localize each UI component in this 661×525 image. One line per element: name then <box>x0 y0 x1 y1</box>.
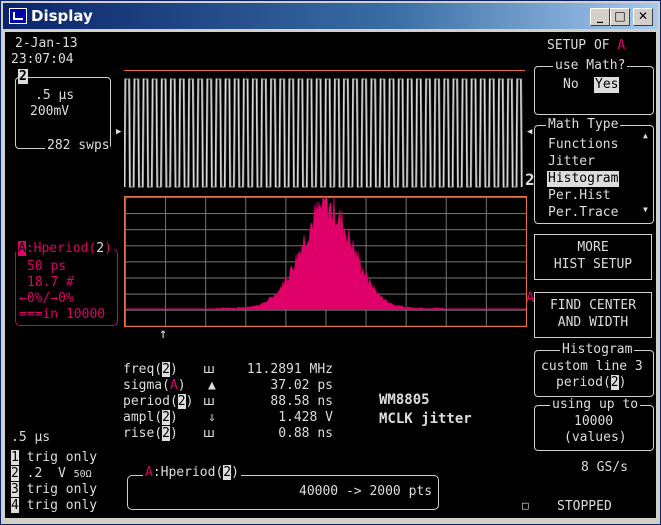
display-window: Display _ □ ✕ 2-Jan-13 23:07:04 SETUP OF… <box>0 0 661 525</box>
hperiod-param-title: A:Hperiod(2) <box>16 241 114 256</box>
close-button[interactable]: ✕ <box>633 8 653 26</box>
display-app-icon[interactable] <box>9 8 27 24</box>
up-arrow-icon: ↑ <box>159 326 168 342</box>
channel-3-status[interactable]: 3 trig only <box>11 482 97 498</box>
hperiod-total: ===in 10000 <box>19 307 106 322</box>
time-label: 23:07:04 <box>11 52 74 67</box>
waveform-trace <box>123 78 523 188</box>
measurement-type-icon: ꟺ <box>203 426 215 441</box>
histogram-menu-title: Histogram <box>560 342 635 357</box>
measurement-value: 11.2891 MHz <box>246 362 333 377</box>
waveform-path <box>124 78 523 188</box>
math-type-option[interactable]: Histogram <box>547 171 620 187</box>
measurement-value: 88.58 ns <box>270 394 333 409</box>
hperiod-setup-title: A:Hperiod(2) <box>143 465 241 480</box>
scroll-down-icon[interactable]: ▼ <box>643 206 648 214</box>
histogram-plot <box>125 197 526 310</box>
acquisition-status: STOPPED <box>557 499 612 514</box>
left-marker-icon: ▶ <box>116 127 122 137</box>
math-type-title: Math Type <box>546 117 621 132</box>
using-up-to-title: using up to <box>550 397 641 412</box>
measurement-name: sigma(A) <box>123 378 186 393</box>
date-label: 2-Jan-13 <box>15 36 78 51</box>
maximize-button[interactable]: □ <box>610 8 630 26</box>
histogram-line-2: period(2) <box>556 375 627 390</box>
use-math-no[interactable]: No <box>563 77 579 93</box>
title-bar[interactable]: Display _ □ ✕ <box>3 3 658 29</box>
minimize-button[interactable]: _ <box>590 8 610 26</box>
bottom-timebase: .5 μs <box>11 430 51 445</box>
measurement-type-icon: ▲ <box>208 378 216 393</box>
channel-1-status[interactable]: 1 trig only <box>11 450 97 466</box>
histogram-distribution <box>125 197 526 310</box>
waveform-trace-area <box>123 70 525 197</box>
sample-rate: 8 GS/s <box>581 460 628 475</box>
scope-screen: 2-Jan-13 23:07:04 SETUP OF A 2 .5 μs 200… <box>5 32 656 518</box>
window-title: Display <box>31 7 93 25</box>
measurement-value: 0.88 ns <box>278 426 333 441</box>
math-type-option[interactable]: Per.Trace <box>547 205 619 221</box>
measurement-name: period(2) <box>123 394 194 409</box>
hperiod-points: 40000 -> 2000 pts <box>299 484 433 499</box>
using-unit: (values) <box>564 430 627 445</box>
measurement-type-icon: ꟺ <box>203 362 215 377</box>
hperiod-range: ←0%/→0% <box>19 291 74 306</box>
more-hist-setup-button[interactable]: MORE HIST SETUP <box>534 234 652 280</box>
math-type-option[interactable]: Jitter <box>547 154 596 170</box>
using-value: 10000 <box>574 414 614 429</box>
channel-2-status[interactable]: 2 .2 V 50Ω <box>11 466 92 483</box>
histogram-line-1: custom line 3 <box>541 359 643 374</box>
find-center-button[interactable]: FIND CENTER AND WIDTH <box>534 292 652 338</box>
channel-timebase: .5 μs <box>35 88 75 103</box>
measurement-name: freq(2) <box>123 362 178 377</box>
setup-label: SETUP OF A <box>547 38 626 53</box>
channel-sweeps: 282 swps <box>45 138 110 154</box>
annotation-line-2: MCLK jitter <box>379 411 472 427</box>
math-type-option[interactable]: Per.Hist <box>547 188 612 204</box>
math-type-option[interactable]: Functions <box>547 137 619 153</box>
stop-square-icon: □ <box>522 499 529 512</box>
right-marker-icon: ◀ <box>527 127 533 137</box>
measurement-type-icon: ⇓ <box>208 410 216 425</box>
channel-4-status[interactable]: 4 trig only <box>11 498 97 514</box>
use-math-yes[interactable]: Yes <box>594 77 620 93</box>
measurement-name: rise(2) <box>123 426 178 441</box>
hperiod-count: 18.7 # <box>27 275 74 290</box>
measurement-type-icon: ꟺ <box>203 394 215 409</box>
measurement-value: 1.428 V <box>278 410 333 425</box>
use-math-title: use Math? <box>553 58 628 73</box>
measurement-name: ampl(2) <box>123 410 178 425</box>
histogram-grid <box>124 196 527 327</box>
annotation-line-1: WM8805 <box>379 392 430 408</box>
channel-volts: 200mV <box>30 104 70 119</box>
scroll-up-icon[interactable]: ▲ <box>643 132 648 140</box>
hperiod-bin: 50 ps <box>27 259 67 274</box>
channel-2-badge: 2 <box>18 69 28 85</box>
measurement-value: 37.02 ps <box>270 378 333 393</box>
